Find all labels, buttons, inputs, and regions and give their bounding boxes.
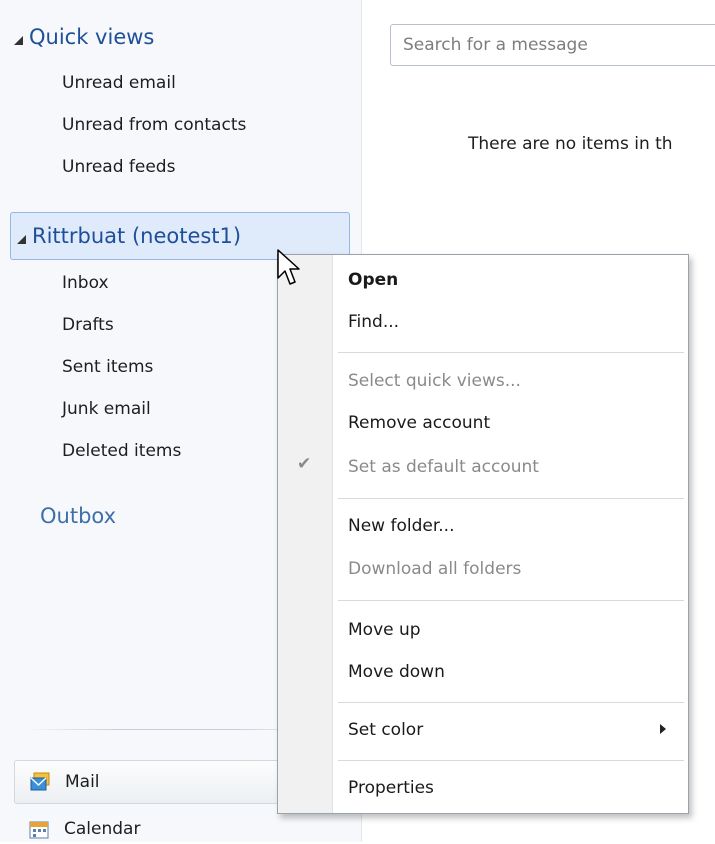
menu-item-download-all-folders: Download all folders [348, 559, 522, 579]
folder-inbox[interactable]: Inbox [62, 268, 109, 298]
menu-item-remove-account[interactable]: Remove account [348, 407, 490, 439]
menu-item-set-color[interactable]: Set color [348, 714, 423, 746]
search-input[interactable] [390, 24, 715, 66]
quick-views-header[interactable]: Quick views [14, 20, 154, 54]
quick-view-unread-from-contacts[interactable]: Unread from contacts [62, 110, 246, 140]
menu-item-move-up[interactable]: Move up [348, 614, 421, 646]
empty-list-message: There are no items in th [468, 134, 673, 154]
submenu-arrow-icon [660, 724, 666, 734]
check-icon: ✔ [297, 454, 312, 474]
context-menu: Open Find... Select quick views... Remov… [277, 254, 689, 814]
calendar-icon [29, 821, 49, 839]
menu-separator [338, 352, 684, 353]
menu-separator [338, 702, 684, 703]
menu-item-open[interactable]: Open [348, 264, 398, 296]
expand-triangle-icon[interactable] [17, 234, 26, 244]
menu-item-new-folder[interactable]: New folder... [348, 510, 454, 542]
menu-item-move-down[interactable]: Move down [348, 656, 445, 688]
folder-drafts[interactable]: Drafts [62, 310, 114, 340]
nav-calendar-button[interactable]: Calendar [14, 814, 140, 844]
quick-view-unread-email[interactable]: Unread email [62, 68, 176, 98]
nav-calendar-label: Calendar [64, 819, 141, 839]
menu-item-properties[interactable]: Properties [348, 772, 434, 804]
mail-icon [30, 772, 50, 791]
expand-triangle-icon[interactable] [14, 35, 23, 45]
menu-item-set-default-account: Set as default account [348, 457, 539, 477]
menu-separator [338, 600, 684, 601]
quick-view-unread-feeds[interactable]: Unread feeds [62, 152, 175, 182]
folder-junk-email[interactable]: Junk email [62, 394, 151, 424]
menu-item-find[interactable]: Find... [348, 306, 399, 338]
nav-mail-label: Mail [65, 772, 100, 792]
menu-separator [338, 498, 684, 499]
account-label: Rittrbuat (neotest1) [32, 224, 242, 248]
folder-sent-items[interactable]: Sent items [62, 352, 153, 382]
folder-deleted-items[interactable]: Deleted items [62, 436, 181, 466]
quick-views-label: Quick views [29, 25, 155, 49]
menu-item-select-quick-views: Select quick views... [348, 371, 521, 391]
folder-outbox[interactable]: Outbox [40, 504, 116, 528]
menu-separator [338, 760, 684, 761]
menu-icon-gutter [278, 255, 333, 813]
mouse-pointer-icon [277, 249, 300, 285]
